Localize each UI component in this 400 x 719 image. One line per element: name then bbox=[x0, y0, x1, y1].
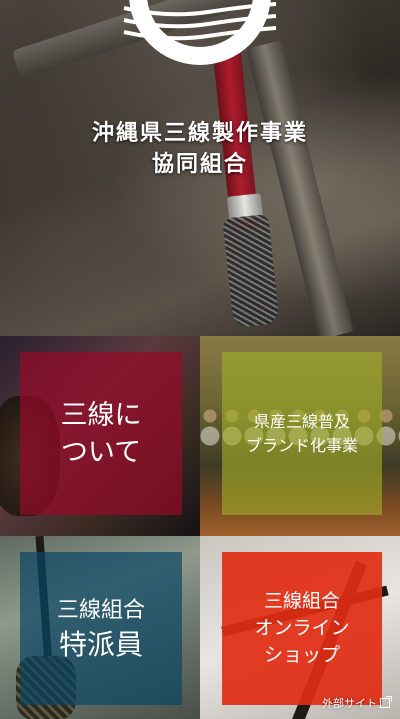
site-title-line2: 協同組合 bbox=[151, 152, 248, 177]
tile-about-sanshin-panel: 三線に ついて bbox=[20, 352, 182, 515]
tile-label-line2: 特派員 bbox=[58, 627, 143, 661]
tile-label-line2: ついて bbox=[60, 436, 142, 468]
tile-label-line1: 三線組合 bbox=[56, 597, 145, 623]
hero-photo-rasp bbox=[222, 213, 280, 329]
tile-correspondent-panel: 三線組合 特派員 bbox=[20, 552, 182, 705]
external-site-label: 外部サイト bbox=[322, 697, 377, 710]
tile-label-line1: 三線組合 bbox=[263, 590, 340, 612]
tile-brand-project-panel: 県産三線普及 ブランド化事業 bbox=[222, 352, 382, 515]
external-site-badge: 外部サイト bbox=[322, 695, 392, 711]
tile-brand-project[interactable]: 県産三線普及 ブランド化事業 bbox=[200, 336, 400, 536]
hero-banner: 沖縄県三線製作事業 協同組合 bbox=[0, 0, 400, 336]
tile-about-sanshin[interactable]: 三線に ついて bbox=[0, 336, 200, 536]
tile-online-shop-panel: 三線組合 オンライン ショップ bbox=[222, 552, 382, 705]
tile-label-line2: オンライン bbox=[254, 617, 350, 639]
external-link-icon bbox=[380, 696, 392, 708]
union-logo-icon[interactable] bbox=[118, 0, 282, 104]
site-title: 沖縄県三線製作事業 協同組合 bbox=[0, 118, 400, 180]
site-title-line1: 沖縄県三線製作事業 bbox=[91, 121, 308, 146]
tile-label-line1: 三線に bbox=[60, 399, 142, 431]
tile-online-shop[interactable]: 三線組合 オンライン ショップ 外部サイト bbox=[200, 536, 400, 719]
tile-label-line3: ショップ bbox=[263, 644, 340, 666]
tile-label-line2: ブランド化事業 bbox=[245, 435, 358, 455]
tile-correspondent[interactable]: 三線組合 特派員 bbox=[0, 536, 200, 719]
tile-label-line1: 県産三線普及 bbox=[253, 411, 350, 431]
